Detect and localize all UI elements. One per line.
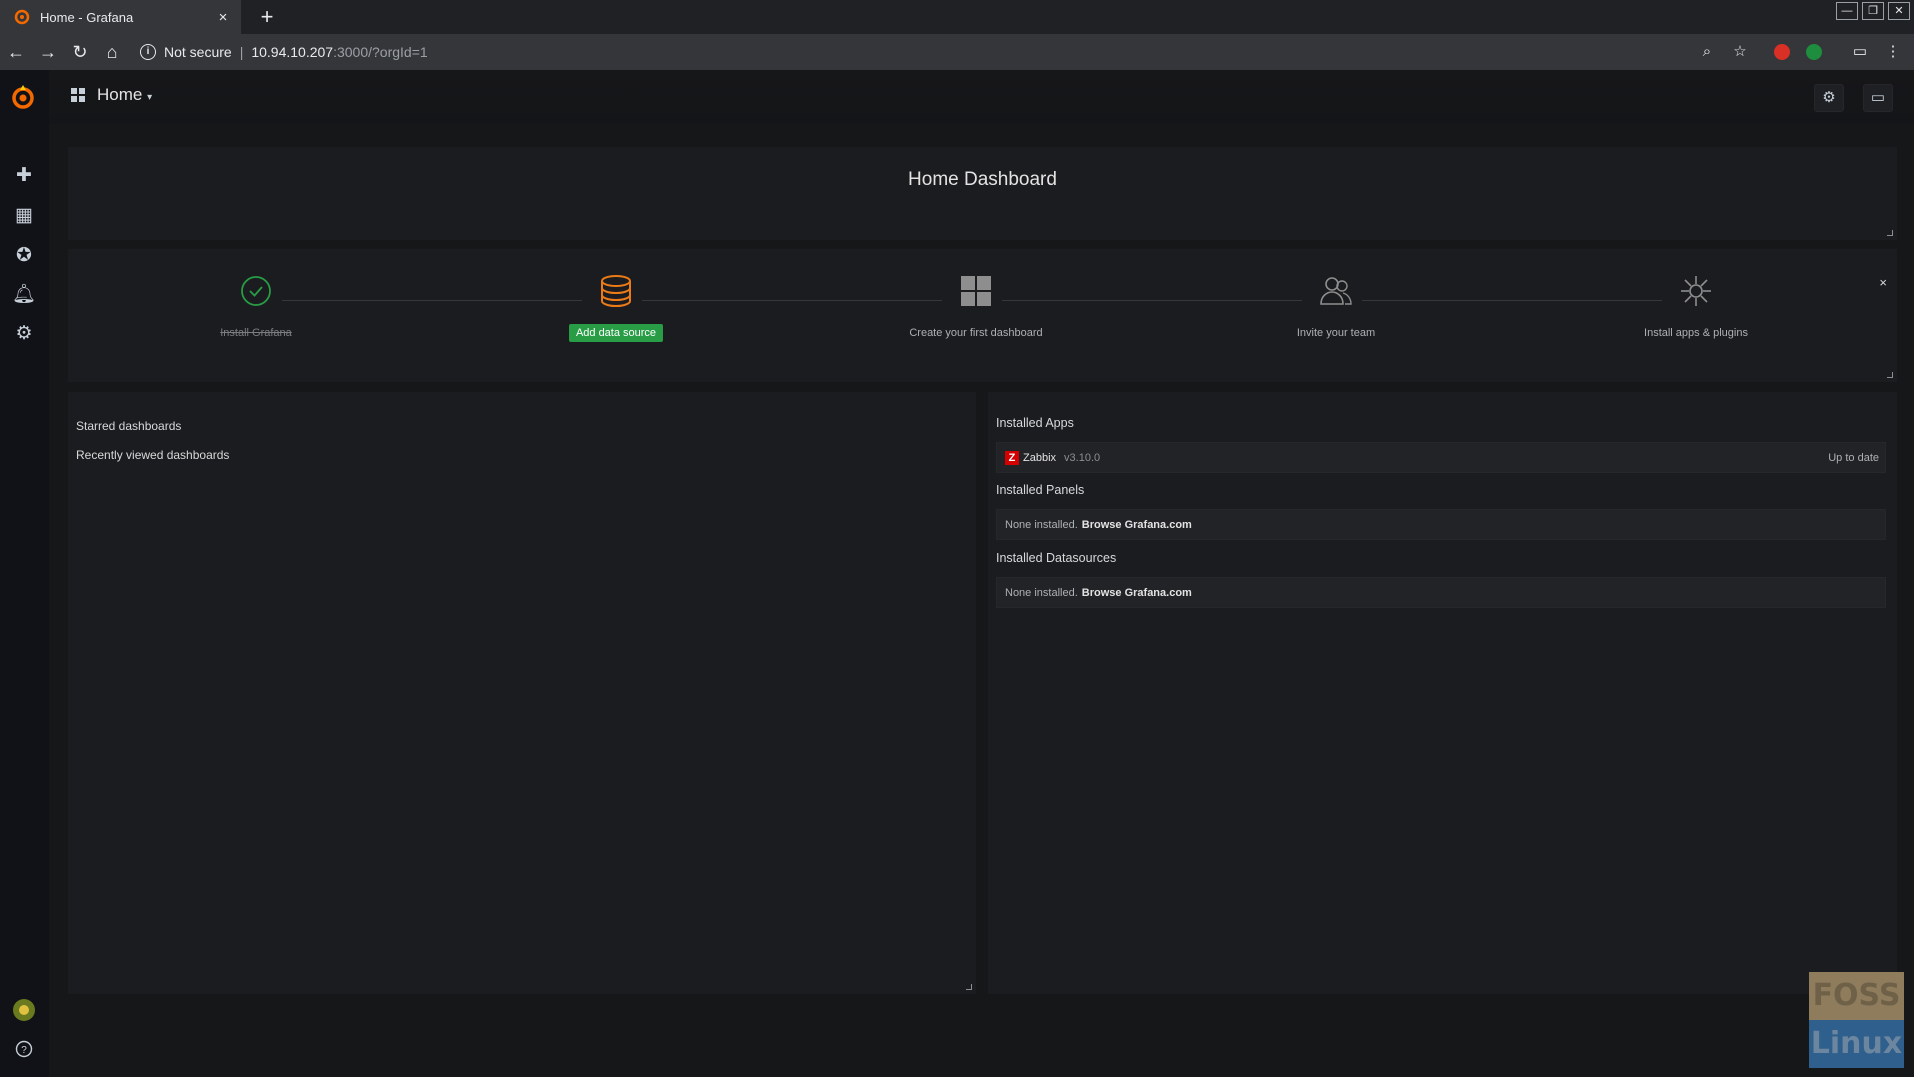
tab-close-icon[interactable]: ×	[213, 9, 233, 26]
create-plus-icon[interactable]: ✚	[10, 162, 38, 190]
step-label: Install apps & plugins	[1644, 327, 1748, 339]
caret-down-icon: ▾	[147, 92, 153, 103]
dashlist-panel: Starred dashboards Recently viewed dashb…	[68, 392, 976, 994]
recent-dashboards-heading: Recently viewed dashboards	[76, 448, 230, 462]
dashboard-navbar: Home ▾ ⚙ ▭	[49, 70, 1914, 124]
tv-mode-button[interactable]: ▭	[1863, 84, 1893, 112]
browser-tab[interactable]: Home - Grafana ×	[0, 0, 241, 34]
new-tab-button[interactable]: +	[254, 4, 280, 30]
step-create-dashboard[interactable]: Create your first dashboard	[886, 271, 1066, 341]
not-secure-label: Not secure	[164, 44, 232, 60]
alerting-bell-icon[interactable]: 🔔︎	[10, 281, 38, 309]
step-install-plugins[interactable]: Install apps & plugins	[1606, 271, 1786, 341]
cast-icon[interactable]: ▭	[1850, 42, 1870, 62]
tab-title: Home - Grafana	[40, 9, 134, 25]
browse-grafana-link[interactable]: Browse Grafana.com	[1082, 519, 1192, 531]
minimize-icon[interactable]: —	[1836, 2, 1858, 20]
extension-green-icon[interactable]	[1806, 44, 1822, 60]
restore-icon[interactable]: ❐	[1862, 2, 1884, 20]
page-title: Home Dashboard	[908, 169, 1057, 190]
step-invite-team[interactable]: Invite your team	[1246, 271, 1426, 341]
side-menu: ✚ ▦ ✪ 🔔︎ ⚙ ?	[0, 70, 49, 1077]
database-icon	[601, 275, 631, 308]
address-bar[interactable]: i Not secure | 10.94.10.207:3000/?orgId=…	[140, 38, 1760, 66]
none-installed-text: None installed.	[1005, 586, 1078, 599]
dashboard-picker[interactable]: Home ▾	[97, 85, 152, 105]
step-label: Install Grafana	[220, 327, 292, 339]
dashboards-icon[interactable]: ▦	[10, 202, 38, 230]
help-icon[interactable]: ?	[10, 1035, 38, 1063]
step-add-data-source[interactable]: Add data source	[526, 271, 706, 342]
plugin-version: v3.10.0	[1064, 451, 1101, 464]
url-host: 10.94.10.207	[251, 44, 334, 60]
panel-resize-handle[interactable]	[1887, 230, 1893, 236]
plugin-row-zabbix[interactable]: Z Zabbix v3.10.0 Up to date	[996, 442, 1886, 473]
installed-apps-heading: Installed Apps	[996, 416, 1074, 430]
panel-resize-handle[interactable]	[1887, 372, 1893, 378]
panels-empty-row: None installed. Browse Grafana.com	[996, 509, 1886, 540]
dashboard-name: Home	[97, 85, 143, 104]
step-install-grafana: Install Grafana	[166, 271, 346, 341]
reload-icon[interactable]: ↻	[68, 40, 92, 64]
installed-panels-heading: Installed Panels	[996, 483, 1085, 497]
getting-started-panel: Install Grafana Add data source Create y…	[68, 249, 1897, 382]
home-icon[interactable]: ⌂	[100, 40, 124, 64]
team-users-icon	[1320, 277, 1352, 305]
pluginlist-panel: Installed Apps Z Zabbix v3.10.0 Up to da…	[988, 392, 1897, 994]
zoom-icon[interactable]: ⌕	[1697, 42, 1717, 62]
dashboard-grid-icon	[71, 88, 85, 102]
url-path: :3000/?orgId=1	[333, 44, 428, 60]
browser-toolbar: ← → ↻ ⌂ i Not secure | 10.94.10.207:3000…	[0, 34, 1914, 70]
plugin-name: Zabbix	[1023, 451, 1057, 464]
url-separator: |	[239, 44, 244, 60]
panel-resize-handle[interactable]	[966, 984, 972, 990]
browse-grafana-link[interactable]: Browse Grafana.com	[1082, 587, 1192, 599]
extension-red-icon[interactable]	[1774, 44, 1790, 60]
back-icon[interactable]: ←	[4, 40, 28, 64]
step-label: Invite your team	[1296, 327, 1376, 339]
browser-tab-bar: Home - Grafana × + — ❐ ✕	[0, 0, 1914, 34]
user-avatar[interactable]	[10, 996, 38, 1024]
grafana-logo-icon[interactable]	[8, 82, 38, 112]
add-data-source-button[interactable]: Add data source	[568, 324, 664, 342]
grafana-favicon-icon	[14, 9, 30, 25]
datasources-empty-row: None installed. Browse Grafana.com	[996, 577, 1886, 608]
title-panel: Home Dashboard	[68, 147, 1897, 240]
watermark-bottom: Linux	[1809, 1020, 1904, 1068]
check-circle-icon	[241, 276, 271, 306]
close-window-icon[interactable]: ✕	[1888, 2, 1910, 20]
plugin-status: Up to date	[1828, 451, 1879, 464]
starred-dashboards-heading: Starred dashboards	[76, 419, 182, 433]
installed-datasources-heading: Installed Datasources	[996, 551, 1117, 565]
browser-menu-icon[interactable]: ⋮	[1883, 42, 1903, 62]
close-icon[interactable]: ×	[1879, 275, 1887, 290]
zabbix-logo-icon: Z	[1005, 450, 1019, 465]
info-icon[interactable]: i	[140, 44, 156, 60]
step-label: Create your first dashboard	[909, 327, 1043, 339]
watermark-top: FOSS	[1809, 972, 1904, 1020]
plugins-icon	[1681, 276, 1711, 306]
fosslinux-watermark: FOSS Linux	[1809, 972, 1904, 1068]
dashboard-tiles-icon	[961, 276, 991, 306]
forward-icon[interactable]: →	[36, 40, 60, 64]
configuration-gear-icon[interactable]: ⚙	[10, 320, 38, 348]
none-installed-text: None installed.	[1005, 518, 1078, 531]
bookmark-star-icon[interactable]: ☆	[1730, 42, 1750, 62]
dashboard-settings-button[interactable]: ⚙	[1814, 84, 1844, 112]
svg-text:?: ?	[21, 1045, 27, 1056]
explore-compass-icon[interactable]: ✪	[10, 242, 38, 270]
